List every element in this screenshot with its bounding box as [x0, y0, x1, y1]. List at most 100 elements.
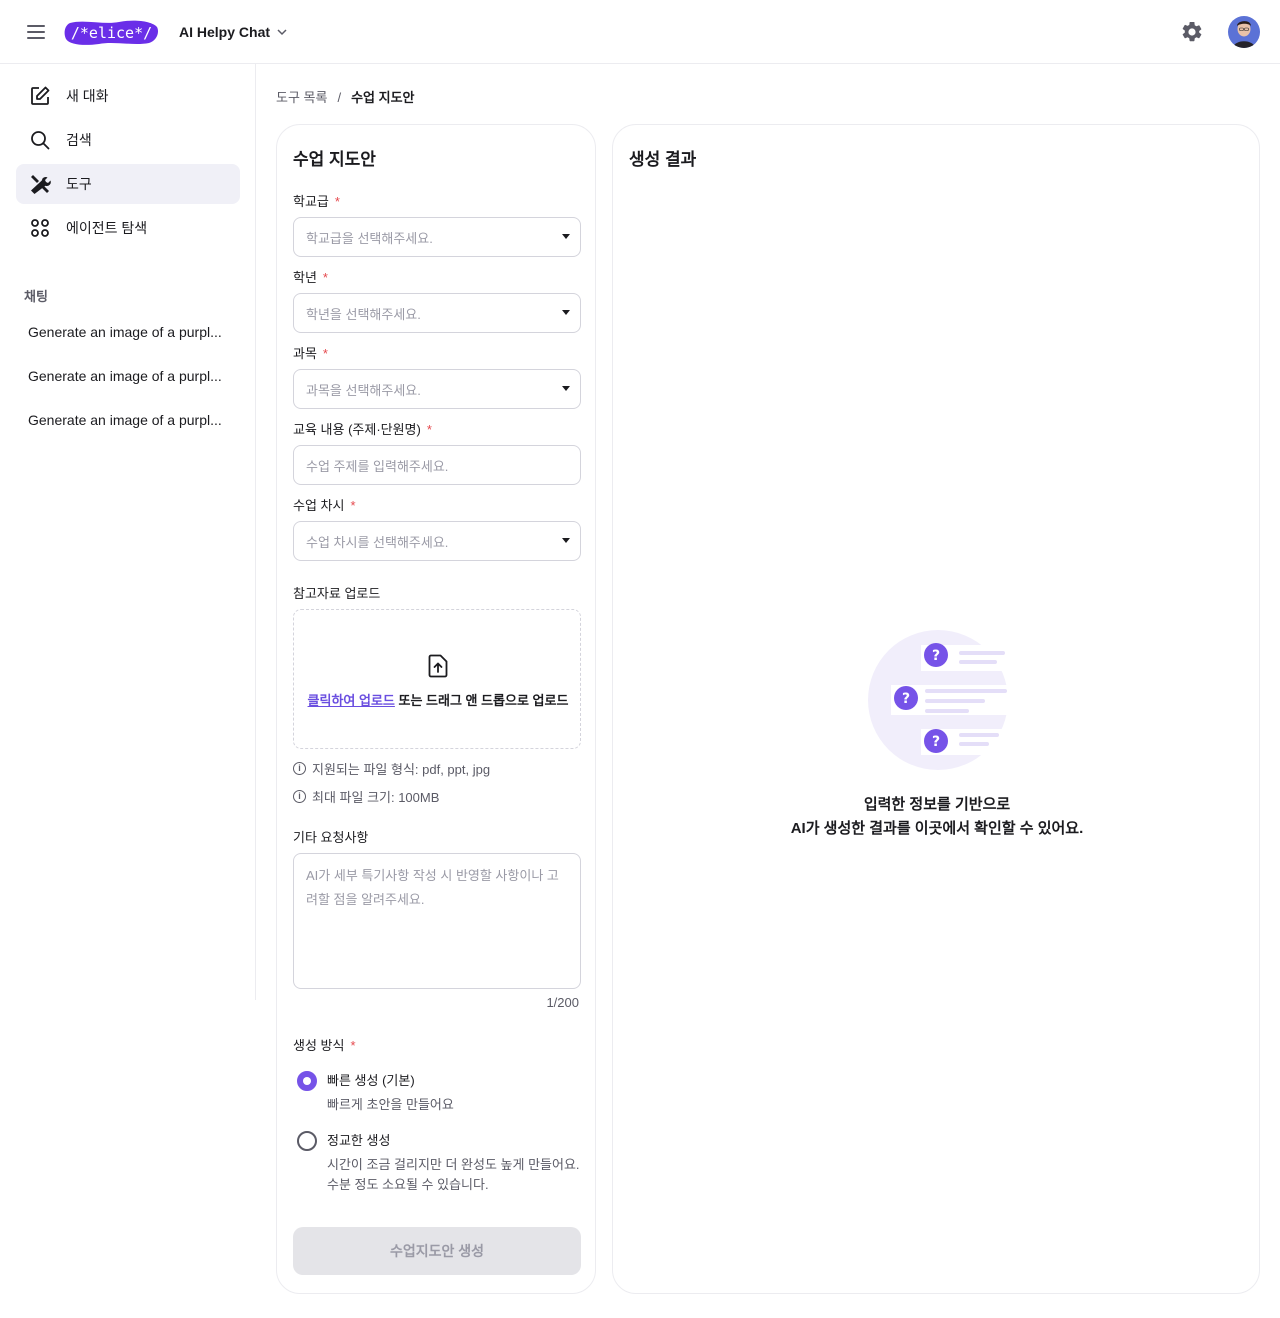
- chat-history-item[interactable]: Generate an image of a purpl...: [16, 402, 240, 438]
- empty-state-line2: AI가 생성한 결과를 이곳에서 확인할 수 있어요.: [790, 820, 1084, 837]
- upload-instructions: 클릭하여 업로드 또는 드래그 앤 드롭으로 업로드: [294, 690, 582, 709]
- logo-text: /*elice*/: [71, 24, 152, 42]
- grid-icon: [31, 219, 49, 237]
- upload-format-text: 지원되는 파일 형식: pdf, ppt, jpg: [312, 762, 491, 777]
- required-mark: *: [322, 270, 328, 285]
- upload-label: 참고자료 업로드: [293, 586, 381, 601]
- chat-history-item[interactable]: Generate an image of a purpl...: [16, 314, 240, 350]
- radio-button-checked[interactable]: [297, 1071, 317, 1091]
- mode-option-text: 정교한 생성 시간이 조금 걸리지만 더 완성도 높게 만들어요. 수분 정도 소…: [327, 1131, 580, 1195]
- breadcrumb-tools-link[interactable]: 도구 목록: [276, 89, 327, 107]
- upload-size-hint: i 최대 파일 크기: 100MB: [293, 787, 439, 806]
- svg-text:?: ?: [932, 648, 940, 664]
- svg-text:?: ?: [932, 734, 940, 750]
- mode-option-desc: 시간이 조금 걸리지만 더 완성도 높게 만들어요. 수분 정도 소요될 수 있습…: [327, 1155, 580, 1195]
- subject-select[interactable]: 과목을 선택해주세요.: [293, 369, 581, 409]
- search-icon: [31, 131, 50, 150]
- subject-label: 과목 *: [293, 345, 328, 363]
- breadcrumb: 도구 목록 / 수업 지도안: [276, 89, 415, 107]
- school-level-placeholder: 학교급을 선택해주세요.: [306, 230, 433, 246]
- file-upload-icon: [428, 654, 448, 678]
- radio-button[interactable]: [297, 1131, 317, 1151]
- form-title: 수업 지도안: [293, 150, 376, 169]
- session-label-text: 수업 차시: [293, 498, 345, 513]
- chevron-down-icon: [277, 29, 287, 36]
- upload-rest-text: 또는 드래그 앤 드롭으로 업로드: [394, 693, 569, 708]
- topic-placeholder: 수업 주제를 입력해주세요.: [306, 458, 449, 474]
- subject-label-text: 과목: [293, 346, 317, 361]
- generate-lesson-plan-button[interactable]: 수업지도안 생성: [293, 1227, 581, 1275]
- required-mark: *: [322, 346, 328, 361]
- tools-icon: [31, 175, 51, 194]
- notes-textarea[interactable]: AI가 세부 특기사항 작성 시 반영할 사항이나 고려할 점을 알려주세요.: [293, 853, 581, 989]
- session-select[interactable]: 수업 차시를 선택해주세요.: [293, 521, 581, 561]
- mode-option-fast[interactable]: 빠른 생성 (기본) 빠르게 초안을 만들어요: [297, 1071, 454, 1115]
- topic-label-text: 교육 내용 (주제·단원명): [293, 422, 421, 437]
- nav-tools[interactable]: 도구: [16, 164, 240, 204]
- session-label: 수업 차시 *: [293, 497, 356, 515]
- result-panel: 생성 결과 ? ? ? 입력한 정보를 기반으로 AI가 생성한 결과를 이곳에…: [612, 124, 1260, 1294]
- elice-logo[interactable]: /*elice*/: [64, 19, 159, 46]
- hamburger-icon[interactable]: [24, 20, 48, 44]
- top-header: /*elice*/ AI Helpy Chat: [0, 0, 1280, 64]
- session-placeholder: 수업 차시를 선택해주세요.: [306, 534, 449, 550]
- caret-down-icon: [562, 234, 570, 239]
- subject-placeholder: 과목을 선택해주세요.: [306, 382, 421, 398]
- mode-option-desc-line1: 시간이 조금 걸리지만 더 완성도 높게 만들어요.: [327, 1157, 580, 1172]
- empty-state-line1: 입력한 정보를 기반으로: [863, 796, 1011, 813]
- chat-section-title: 채팅: [24, 289, 48, 304]
- mode-option-title: 빠른 생성 (기본): [327, 1073, 415, 1088]
- school-level-label: 학교급 *: [293, 193, 340, 211]
- notes-char-counter: 1/200: [546, 995, 579, 1010]
- breadcrumb-current: 수업 지도안: [351, 90, 415, 105]
- mode-option-precise[interactable]: 정교한 생성 시간이 조금 걸리지만 더 완성도 높게 만들어요. 수분 정도 소…: [297, 1131, 580, 1195]
- sidebar: 새 대화 검색 도구 에이전트 탐색 채팅 Generate an image …: [0, 64, 256, 1000]
- required-mark: *: [426, 422, 432, 437]
- topic-input[interactable]: 수업 주제를 입력해주세요.: [293, 445, 581, 485]
- required-mark: *: [350, 1038, 356, 1053]
- nav-new-chat[interactable]: 새 대화: [16, 76, 240, 116]
- info-icon: i: [293, 762, 306, 775]
- nav-label: 검색: [66, 132, 92, 148]
- result-title: 생성 결과: [629, 150, 697, 169]
- gear-icon[interactable]: [1180, 20, 1204, 44]
- school-level-select[interactable]: 학교급을 선택해주세요.: [293, 217, 581, 257]
- mode-label: 생성 방식 *: [293, 1037, 356, 1055]
- upload-click-link[interactable]: 클릭하여 업로드: [308, 693, 395, 708]
- required-mark: *: [350, 498, 356, 513]
- info-icon: i: [293, 790, 306, 803]
- required-mark: *: [334, 194, 340, 209]
- nav-label: 새 대화: [66, 88, 109, 104]
- nav-agents[interactable]: 에이전트 탐색: [16, 208, 240, 248]
- mode-option-title: 정교한 생성: [327, 1133, 391, 1148]
- nav-label: 도구: [66, 176, 92, 192]
- lesson-plan-form: 수업 지도안 학교급 * 학교급을 선택해주세요. 학년 * 학년을 선택해주세요.…: [276, 124, 596, 1294]
- mode-option-text: 빠른 생성 (기본) 빠르게 초안을 만들어요: [327, 1071, 454, 1115]
- mode-label-text: 생성 방식: [293, 1038, 345, 1053]
- grade-label: 학년 *: [293, 269, 328, 287]
- avatar[interactable]: [1228, 16, 1260, 48]
- nav-search[interactable]: 검색: [16, 120, 240, 160]
- upload-format-hint: i 지원되는 파일 형식: pdf, ppt, jpg: [293, 759, 490, 778]
- empty-state-illustration: ? ? ?: [868, 630, 1013, 770]
- chat-history-item[interactable]: Generate an image of a purpl...: [16, 358, 240, 394]
- school-level-label-text: 학교급: [293, 194, 329, 209]
- app-switcher[interactable]: AI Helpy Chat: [179, 22, 288, 42]
- grade-select[interactable]: 학년을 선택해주세요.: [293, 293, 581, 333]
- mode-option-desc-line2: 수분 정도 소요될 수 있습니다.: [327, 1177, 489, 1192]
- svg-text:?: ?: [902, 691, 910, 707]
- caret-down-icon: [562, 310, 570, 315]
- upload-size-text: 최대 파일 크기: 100MB: [312, 790, 440, 805]
- caret-down-icon: [562, 538, 570, 543]
- nav-label: 에이전트 탐색: [66, 220, 148, 236]
- grade-placeholder: 학년을 선택해주세요.: [306, 306, 421, 322]
- topic-label: 교육 내용 (주제·단원명) *: [293, 421, 432, 439]
- edit-icon: [31, 86, 50, 105]
- breadcrumb-separator: /: [337, 90, 342, 105]
- notes-label: 기타 요청사항: [293, 830, 369, 845]
- file-upload-dropzone[interactable]: 클릭하여 업로드 또는 드래그 앤 드롭으로 업로드: [293, 609, 581, 749]
- grade-label-text: 학년: [293, 270, 317, 285]
- app-name: AI Helpy Chat: [179, 24, 271, 40]
- caret-down-icon: [562, 386, 570, 391]
- empty-state-message: 입력한 정보를 기반으로 AI가 생성한 결과를 이곳에서 확인할 수 있어요.: [613, 793, 1261, 841]
